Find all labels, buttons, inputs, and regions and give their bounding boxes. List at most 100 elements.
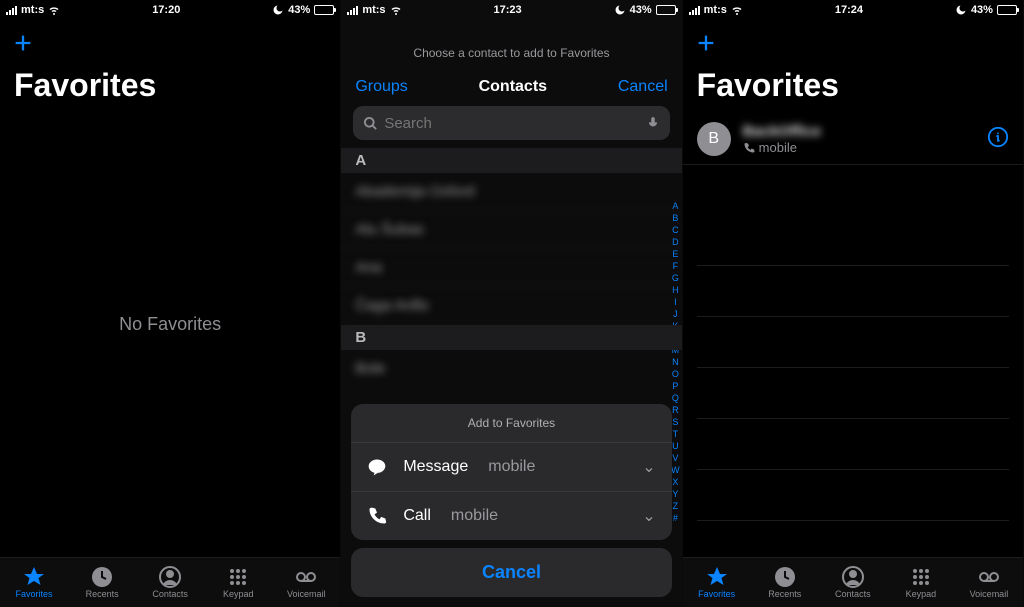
add-favorite-button[interactable]	[683, 18, 1023, 67]
index-letter[interactable]: T	[671, 428, 680, 440]
moon-icon	[272, 4, 284, 16]
moon-icon	[955, 4, 967, 16]
index-letter[interactable]: Z	[671, 500, 680, 512]
tab-recents[interactable]: Recents	[751, 566, 819, 599]
tab-voicemail[interactable]: Voicemail	[955, 566, 1023, 599]
index-letter[interactable]: W	[671, 464, 680, 476]
sheet-row-label: Message	[403, 458, 468, 476]
clock-icon	[90, 566, 114, 588]
add-favorite-button[interactable]	[0, 18, 340, 67]
index-letter[interactable]: Q	[671, 392, 680, 404]
keypad-icon	[909, 566, 933, 588]
contact-row[interactable]: Akademija Oxford	[341, 173, 681, 211]
signal-icon	[689, 6, 700, 15]
person-icon	[841, 566, 865, 588]
empty-dividers	[683, 215, 1023, 521]
section-header-a: A	[341, 148, 681, 173]
person-icon	[158, 566, 182, 588]
sheet-row-label: Call	[403, 507, 431, 525]
tab-favorites[interactable]: Favorites	[0, 566, 68, 599]
status-time: 17:23	[494, 4, 522, 16]
status-bar: mt:s 17:23 43%	[341, 0, 681, 18]
chevron-down-icon: ⌄	[642, 457, 655, 477]
tab-contacts[interactable]: Contacts	[136, 566, 204, 599]
battery-percent: 43%	[630, 4, 652, 16]
page-title: Favorites	[0, 67, 340, 114]
favorite-sub: mobile	[759, 140, 797, 155]
picker-instruction: Choose a contact to add to Favorites	[341, 18, 681, 70]
tab-bar: Favorites Recents Contacts Keypad Voicem…	[0, 557, 340, 607]
action-sheet: Add to Favorites Message mobile ⌄ Call m…	[351, 404, 671, 540]
mic-icon[interactable]	[646, 115, 660, 131]
page-title: Favorites	[683, 67, 1023, 114]
star-icon	[22, 566, 46, 588]
voicemail-icon	[977, 566, 1001, 588]
index-letter[interactable]: V	[671, 452, 680, 464]
tab-recents[interactable]: Recents	[68, 566, 136, 599]
battery-percent: 43%	[288, 4, 310, 16]
picker-title: Contacts	[479, 78, 547, 96]
wifi-icon	[390, 4, 402, 16]
moon-icon	[614, 4, 626, 16]
message-icon	[367, 457, 387, 477]
tab-keypad[interactable]: Keypad	[204, 566, 272, 599]
contact-row[interactable]: Ana	[341, 249, 681, 287]
keypad-icon	[226, 566, 250, 588]
battery-icon	[997, 5, 1017, 15]
sheet-row-sub: mobile	[488, 458, 535, 476]
index-letter[interactable]: Y	[671, 488, 680, 500]
carrier-label: mt:s	[362, 4, 385, 16]
index-letter[interactable]: U	[671, 440, 680, 452]
groups-button[interactable]: Groups	[355, 78, 407, 96]
index-letter[interactable]: X	[671, 476, 680, 488]
battery-percent: 43%	[971, 4, 993, 16]
status-time: 17:24	[835, 4, 863, 16]
info-button[interactable]	[987, 126, 1009, 153]
contact-row[interactable]: Čaga Arđis	[341, 287, 681, 325]
favorite-name: BackOffice	[743, 123, 975, 140]
phone-icon	[743, 142, 755, 154]
empty-state-label: No Favorites	[0, 314, 340, 335]
sheet-message-row[interactable]: Message mobile ⌄	[351, 442, 671, 491]
sheet-cancel-button[interactable]: Cancel	[351, 548, 671, 597]
sheet-title: Add to Favorites	[351, 404, 671, 442]
carrier-label: mt:s	[704, 4, 727, 16]
search-input[interactable]	[384, 115, 639, 132]
tab-bar: Favorites Recents Contacts Keypad Voicem…	[683, 557, 1023, 607]
favorite-row[interactable]: B BackOffice mobile	[683, 114, 1023, 165]
tab-contacts[interactable]: Contacts	[819, 566, 887, 599]
sheet-call-row[interactable]: Call mobile ⌄	[351, 491, 671, 540]
signal-icon	[347, 6, 358, 15]
status-bar: mt:s 17:24 43%	[683, 0, 1023, 18]
avatar: B	[697, 122, 731, 156]
picker-cancel-button[interactable]: Cancel	[618, 78, 668, 96]
search-field[interactable]	[353, 106, 669, 140]
carrier-label: mt:s	[21, 4, 44, 16]
screen-contact-picker: mt:s 17:23 43% Choose a contact to add t…	[341, 0, 682, 607]
index-letter[interactable]: S	[671, 416, 680, 428]
search-icon	[363, 116, 378, 131]
chevron-down-icon: ⌄	[642, 506, 655, 526]
sheet-row-sub: mobile	[451, 507, 498, 525]
wifi-icon	[731, 4, 743, 16]
section-header-b: B	[341, 325, 681, 350]
battery-icon	[656, 5, 676, 15]
index-letter[interactable]: #	[671, 512, 680, 524]
contact-row[interactable]: Bole	[341, 350, 681, 387]
clock-icon	[773, 566, 797, 588]
wifi-icon	[48, 4, 60, 16]
star-icon	[705, 566, 729, 588]
screen-favorites-with-contact: mt:s 17:24 43% Favorites B BackOffice mo…	[683, 0, 1024, 607]
battery-icon	[314, 5, 334, 15]
status-time: 17:20	[152, 4, 180, 16]
voicemail-icon	[294, 566, 318, 588]
status-bar: mt:s 17:20 43%	[0, 0, 340, 18]
tab-favorites[interactable]: Favorites	[683, 566, 751, 599]
contact-row[interactable]: Alu Šubas	[341, 211, 681, 249]
signal-icon	[6, 6, 17, 15]
index-letter[interactable]: R	[671, 404, 680, 416]
tab-keypad[interactable]: Keypad	[887, 566, 955, 599]
phone-icon	[367, 506, 387, 526]
tab-voicemail[interactable]: Voicemail	[272, 566, 340, 599]
screen-empty-favorites: mt:s 17:20 43% Favorites No Favorites Fa…	[0, 0, 341, 607]
